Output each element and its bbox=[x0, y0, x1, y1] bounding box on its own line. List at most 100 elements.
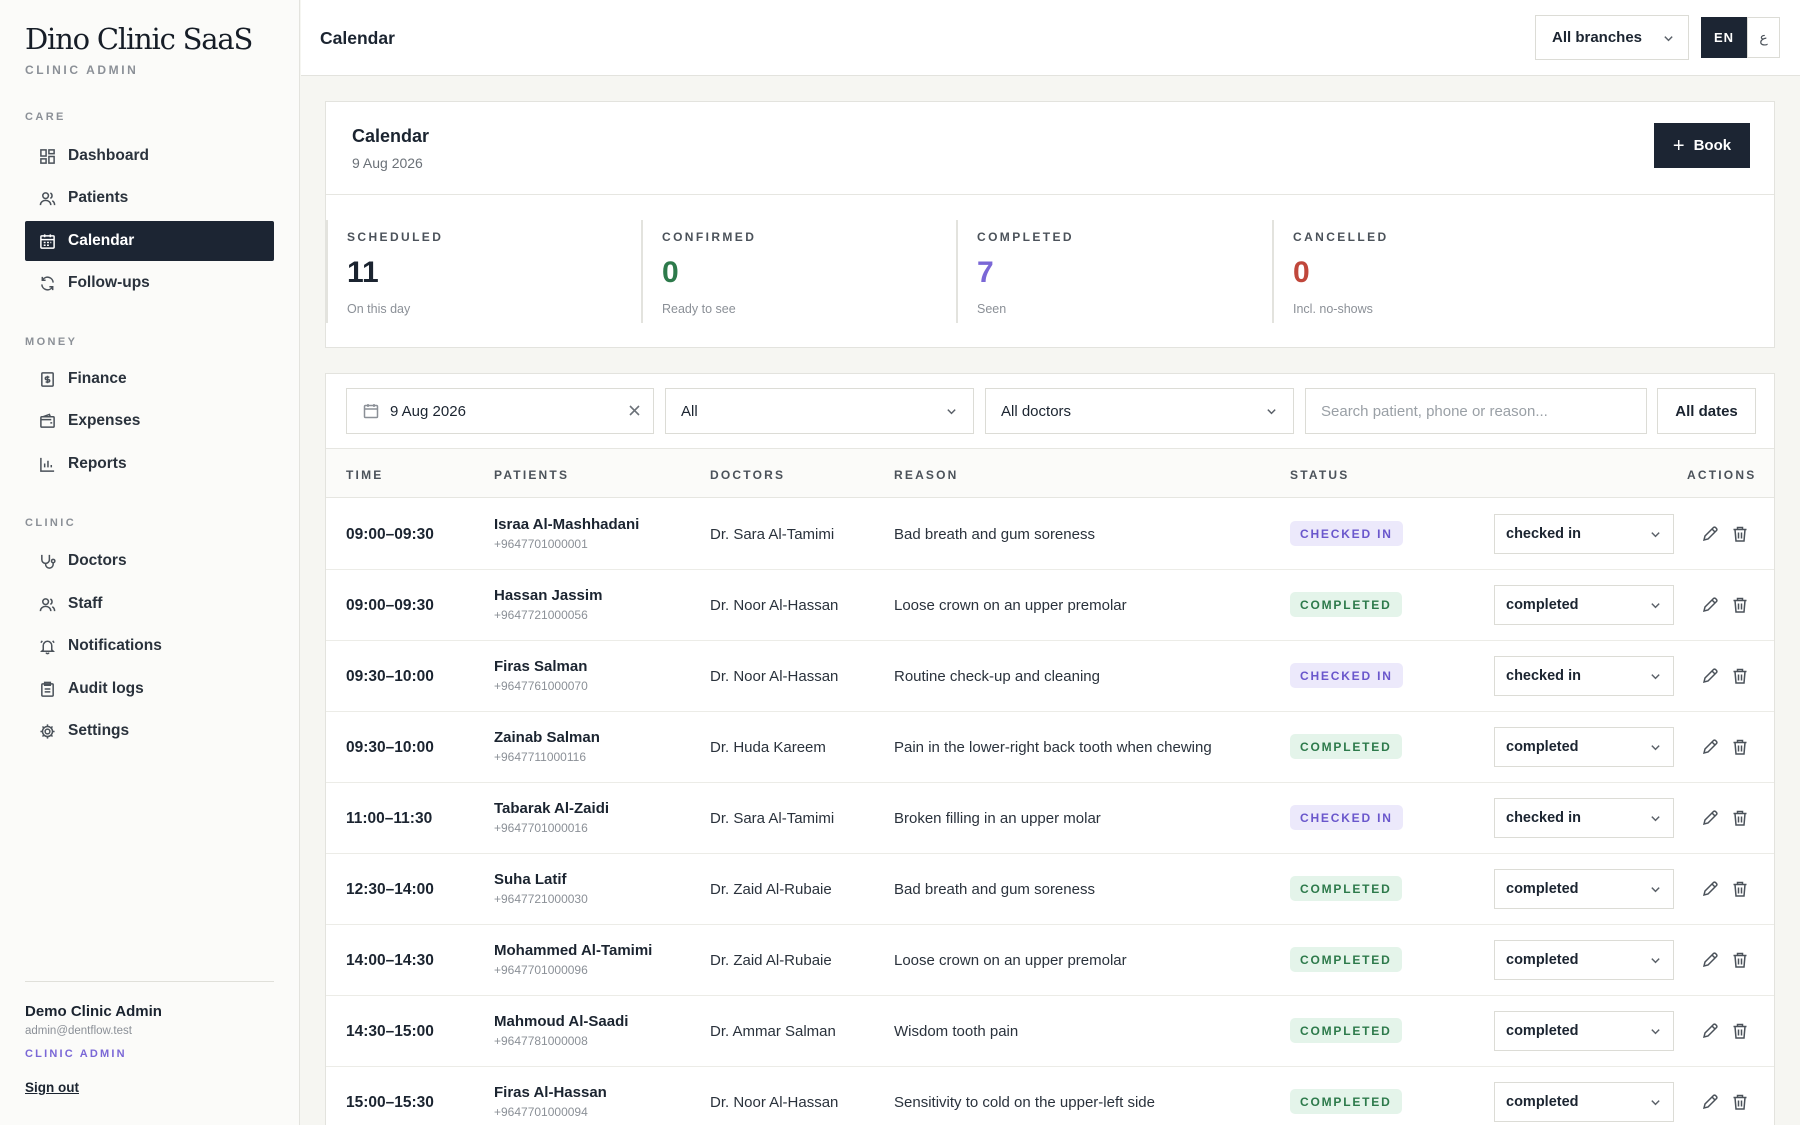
sidebar-item-settings[interactable]: Settings bbox=[25, 711, 274, 751]
sidebar-item-notifications[interactable]: Notifications bbox=[25, 626, 274, 666]
table-row[interactable]: 14:30–15:00 Mahmoud Al-Saadi +964778100000… bbox=[326, 996, 1774, 1067]
patient-name[interactable]: Israa Al-Mashhadani bbox=[494, 516, 639, 533]
stat-subtitle: Seen bbox=[977, 302, 1007, 316]
table-row[interactable]: 09:30–10:00 Zainab Salman +9647711000116 Dr… bbox=[326, 712, 1774, 783]
trash-icon[interactable] bbox=[1731, 951, 1749, 969]
appointment-time: 09:00–09:30 bbox=[346, 526, 434, 543]
status-select[interactable]: completed bbox=[1494, 869, 1674, 909]
stat-label: SCHEDULED bbox=[347, 230, 444, 244]
table-row[interactable]: 15:00–15:30 Firas Al-Hassan +9647701000094… bbox=[326, 1067, 1774, 1125]
sidebar-item-follow-ups[interactable]: Follow-ups bbox=[25, 263, 274, 303]
sidebar-item-label: Follow-ups bbox=[68, 274, 150, 291]
status-select[interactable]: completed bbox=[1494, 940, 1674, 980]
sidebar-item-dashboard[interactable]: Dashboard bbox=[25, 136, 274, 176]
trash-icon[interactable] bbox=[1731, 880, 1749, 898]
table-row[interactable]: 09:00–09:30 Israa Al-Mashhadani +964770100… bbox=[326, 499, 1774, 570]
stat-label: CANCELLED bbox=[1293, 230, 1389, 244]
nav-section-care: CARE bbox=[25, 111, 66, 123]
patient-name[interactable]: Mahmoud Al-Saadi bbox=[494, 1013, 628, 1030]
patient-name[interactable]: Zainab Salman bbox=[494, 729, 600, 746]
status-badge: COMPLETED bbox=[1290, 876, 1402, 901]
book-button[interactable]: + Book bbox=[1654, 123, 1750, 168]
language-ar-button[interactable]: ع bbox=[1747, 17, 1780, 58]
doctor-name: Dr. Sara Al-Tamimi bbox=[710, 526, 835, 543]
patient-name[interactable]: Mohammed Al-Tamimi bbox=[494, 942, 652, 959]
sidebar-item-staff[interactable]: Staff bbox=[25, 584, 274, 624]
trash-icon[interactable] bbox=[1731, 1022, 1749, 1040]
edit-icon[interactable] bbox=[1701, 596, 1719, 614]
table-row[interactable]: 11:00–11:30 Tabarak Al-Zaidi +964770100001… bbox=[326, 783, 1774, 854]
status-select[interactable]: completed bbox=[1494, 1011, 1674, 1051]
status-select-value: completed bbox=[1506, 597, 1579, 613]
status-select[interactable]: completed bbox=[1494, 585, 1674, 625]
doctor-name: Dr. Noor Al-Hassan bbox=[710, 1094, 839, 1111]
trash-icon[interactable] bbox=[1731, 738, 1749, 756]
all-dates-button[interactable]: All dates bbox=[1657, 388, 1756, 434]
sidebar-item-label: Notifications bbox=[68, 637, 162, 654]
doctor-filter-select[interactable]: All doctors bbox=[985, 388, 1294, 434]
trash-icon[interactable] bbox=[1731, 809, 1749, 827]
calendar-icon bbox=[40, 233, 55, 249]
sidebar-item-label: Doctors bbox=[68, 552, 127, 569]
sidebar-item-reports[interactable]: Reports bbox=[25, 444, 274, 484]
search-input[interactable]: Search patient, phone or reason... bbox=[1305, 388, 1647, 434]
sign-out-link[interactable]: Sign out bbox=[25, 1080, 79, 1095]
status-select-value: checked in bbox=[1506, 526, 1581, 542]
edit-icon[interactable] bbox=[1701, 809, 1719, 827]
stat-completed: COMPLETED 7 Seen bbox=[956, 220, 1296, 323]
edit-icon[interactable] bbox=[1701, 525, 1719, 543]
sidebar-item-label: Staff bbox=[68, 595, 103, 612]
edit-icon[interactable] bbox=[1701, 1022, 1719, 1040]
doctor-name: Dr. Noor Al-Hassan bbox=[710, 668, 839, 685]
table-row[interactable]: 09:30–10:00 Firas Salman +9647761000070 Dr.… bbox=[326, 641, 1774, 712]
stat-label: CONFIRMED bbox=[662, 230, 757, 244]
status-badge: COMPLETED bbox=[1290, 1018, 1402, 1043]
table-row[interactable]: 12:30–14:00 Suha Latif +9647721000030 Dr. Z… bbox=[326, 854, 1774, 925]
status-badge: COMPLETED bbox=[1290, 592, 1402, 617]
patient-name[interactable]: Firas Salman bbox=[494, 658, 587, 675]
trash-icon[interactable] bbox=[1731, 596, 1749, 614]
status-badge: CHECKED IN bbox=[1290, 663, 1403, 688]
calendar-icon bbox=[363, 404, 379, 419]
date-filter[interactable]: 9 Aug 2026 bbox=[346, 388, 654, 434]
status-select[interactable]: checked in bbox=[1494, 514, 1674, 554]
sidebar-item-expenses[interactable]: Expenses bbox=[25, 401, 274, 441]
sidebar-item-audit-logs[interactable]: Audit logs bbox=[25, 669, 274, 709]
trash-icon[interactable] bbox=[1731, 667, 1749, 685]
sidebar-item-doctors[interactable]: Doctors bbox=[25, 541, 274, 581]
language-en-button[interactable]: EN bbox=[1701, 17, 1747, 58]
branch-select[interactable]: All branches bbox=[1535, 15, 1689, 60]
close-icon[interactable] bbox=[628, 404, 641, 417]
edit-icon[interactable] bbox=[1701, 951, 1719, 969]
sidebar-item-calendar[interactable]: Calendar bbox=[25, 221, 274, 261]
column-header-patients: PATIENTS bbox=[494, 468, 570, 482]
status-select-value: completed bbox=[1506, 1094, 1579, 1110]
column-header-actions: ACTIONS bbox=[1687, 468, 1757, 482]
table-row[interactable]: 09:00–09:30 Hassan Jassim +9647721000056 Dr… bbox=[326, 570, 1774, 641]
sidebar-item-label: Patients bbox=[68, 189, 129, 206]
topbar: Calendar All branches EN ع bbox=[301, 0, 1800, 76]
status-select[interactable]: checked in bbox=[1494, 656, 1674, 696]
users-icon bbox=[39, 191, 56, 205]
appointment-time: 14:30–15:00 bbox=[346, 1023, 434, 1040]
status-select[interactable]: completed bbox=[1494, 727, 1674, 767]
patient-name[interactable]: Suha Latif bbox=[494, 871, 567, 888]
status-select[interactable]: completed bbox=[1494, 1082, 1674, 1122]
patient-name[interactable]: Tabarak Al-Zaidi bbox=[494, 800, 609, 817]
edit-icon[interactable] bbox=[1701, 738, 1719, 756]
sidebar-item-finance[interactable]: Finance bbox=[25, 359, 274, 399]
status-badge: CHECKED IN bbox=[1290, 805, 1403, 830]
edit-icon[interactable] bbox=[1701, 880, 1719, 898]
status-select[interactable]: checked in bbox=[1494, 798, 1674, 838]
trash-icon[interactable] bbox=[1731, 1093, 1749, 1111]
patient-name[interactable]: Hassan Jassim bbox=[494, 587, 602, 604]
trash-icon[interactable] bbox=[1731, 525, 1749, 543]
status-filter-select[interactable]: All bbox=[665, 388, 974, 434]
chevron-down-icon bbox=[1651, 1100, 1660, 1106]
table-row[interactable]: 14:00–14:30 Mohammed Al-Tamimi +9647701000… bbox=[326, 925, 1774, 996]
calendar-summary-card: Calendar 9 Aug 2026 + Book SCHEDULED 11 … bbox=[325, 101, 1775, 348]
patient-name[interactable]: Firas Al-Hassan bbox=[494, 1084, 607, 1101]
edit-icon[interactable] bbox=[1701, 667, 1719, 685]
sidebar-item-patients[interactable]: Patients bbox=[25, 178, 274, 218]
edit-icon[interactable] bbox=[1701, 1093, 1719, 1111]
